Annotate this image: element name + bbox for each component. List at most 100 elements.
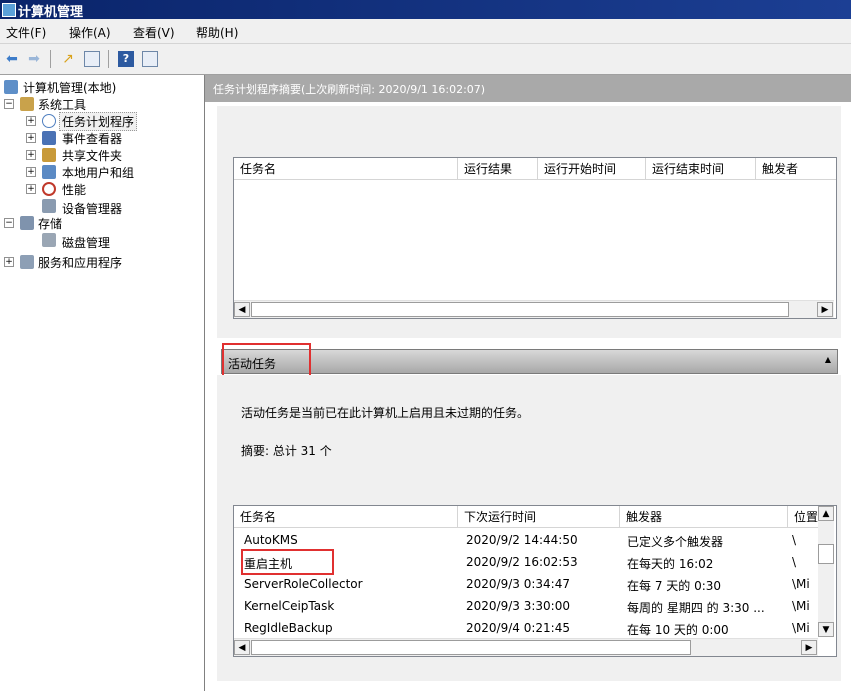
tree-item-label: 性能 [62,183,87,197]
scroll-thumb[interactable] [251,302,789,317]
menu-action[interactable]: 操作(A) [69,24,111,41]
device-manager-icon [42,199,56,213]
cell-next-run: 2020/9/3 3:30:00 [466,599,570,613]
cell-next-run: 2020/9/4 0:21:45 [466,621,570,635]
column-header-trigger[interactable]: 触发器 [620,506,788,528]
tree-item-label: 存储 [38,217,63,231]
cell-location: \Mi [792,599,810,613]
table-row[interactable]: KernelCeipTask 2020/9/3 3:30:00 每周的 星期四 … [234,596,818,618]
scroll-thumb[interactable] [818,544,834,564]
horizontal-scrollbar[interactable]: ◀ ▶ [234,300,834,318]
users-icon [42,165,56,179]
cell-location: \Mi [792,577,810,591]
column-header-triggered-by[interactable]: 触发者 [756,158,836,180]
table-row[interactable]: ServerRoleCollector 2020/9/3 0:34:47 在每 … [234,574,818,596]
event-viewer-icon [42,131,56,145]
up-folder-icon[interactable]: ↗ [60,51,76,67]
tree-item-label: 本地用户和组 [62,166,135,180]
cell-location: \ [792,533,797,547]
scroll-down-icon[interactable]: ▼ [818,622,834,637]
cell-trigger: 已定义多个触发器 [627,535,724,549]
cell-trigger: 在每天的 16:02 [627,557,714,571]
expand-toggle-icon[interactable]: + [26,116,36,126]
expand-toggle-icon[interactable]: + [4,257,14,267]
scroll-right-icon[interactable]: ▶ [817,302,833,317]
active-tasks-description: 活动任务是当前已在此计算机上启用且未过期的任务。 [241,406,530,420]
tree-item-label: 服务和应用程序 [38,256,123,270]
services-icon [20,255,34,269]
cell-next-run: 2020/9/3 0:34:47 [466,577,570,591]
window-title: 计算机管理 [18,5,84,20]
expand-toggle-icon[interactable]: + [26,184,36,194]
menu-file[interactable]: 文件(F) [6,24,46,41]
cell-trigger: 在每 7 天的 0:30 [627,579,722,593]
console-tree-icon[interactable] [142,51,158,67]
scroll-left-icon[interactable]: ◀ [234,302,250,317]
back-arrow-icon[interactable]: ⬅ [4,51,20,67]
expand-toggle-icon[interactable]: + [26,167,36,177]
column-header-run-end[interactable]: 运行结束时间 [646,158,756,180]
summary-header-text: 任务计划程序摘要(上次刷新时间: 2020/9/1 16:02:07) [213,83,486,96]
cell-location: \Mi [792,621,810,635]
scroll-thumb[interactable] [251,640,691,655]
shared-folder-icon [42,148,56,162]
table-row[interactable]: RegIdleBackup 2020/9/4 0:21:45 在每 10 天的 … [234,618,818,640]
performance-icon [42,182,56,196]
highlight-box [241,549,334,575]
vertical-scrollbar[interactable]: ▲ ▼ [818,506,834,637]
tree-item-label: 系统工具 [38,98,87,112]
disk-icon [42,233,56,247]
cell-location: \ [792,555,797,569]
tree-item-label: 磁盘管理 [62,236,111,250]
horizontal-scrollbar[interactable]: ◀ ▶ [234,638,818,656]
tree-item-label: 事件查看器 [62,132,123,146]
cell-trigger: 每周的 星期四 的 3:30 ... [627,601,765,615]
column-header-run-start[interactable]: 运行开始时间 [538,158,646,180]
scroll-left-icon[interactable]: ◀ [234,640,250,655]
column-header-location[interactable]: 位置 [788,506,818,528]
computer-icon [4,80,18,94]
collapse-toggle-icon[interactable]: − [4,218,14,228]
tree-item-label: 任务计划程序 [59,112,138,131]
column-header-run-result[interactable]: 运行结果 [458,158,538,180]
toolbar-separator [108,50,109,68]
active-tasks-summary: 摘要: 总计 31 个 [241,444,332,458]
storage-icon [20,216,34,230]
collapse-caret-icon[interactable]: ▲ [825,355,831,364]
cell-next-run: 2020/9/2 16:02:53 [466,555,578,569]
clock-icon [42,114,56,128]
navigation-tree: 计算机管理(本地) − 系统工具 + 任务计划程序 + 事件查看器 + 共享文件… [0,75,205,691]
expand-toggle-icon[interactable]: + [26,133,36,143]
cell-next-run: 2020/9/2 14:44:50 [466,533,578,547]
forward-arrow-icon[interactable]: ➡ [26,51,42,67]
tree-item-label: 计算机管理(本地) [23,81,117,95]
menu-bar: 文件(F) 操作(A) 查看(V) 帮助(H) [0,19,851,44]
show-hide-tree-icon[interactable] [84,51,100,67]
collapse-toggle-icon[interactable]: − [4,99,14,109]
cell-task-name: KernelCeipTask [244,599,335,613]
toolbar-separator [50,50,51,68]
active-tasks-grid: 任务名 下次运行时间 触发器 位置 AutoKMS 2020/9/2 14:44… [233,505,837,657]
tools-icon [20,97,34,111]
computer-management-icon [2,3,16,17]
tree-item-label: 共享文件夹 [62,149,123,163]
cell-task-name: RegIdleBackup [244,621,333,635]
expand-toggle-icon[interactable]: + [26,150,36,160]
menu-view[interactable]: 查看(V) [133,24,175,41]
task-status-grid: 任务名 运行结果 运行开始时间 运行结束时间 触发者 ◀ ▶ [233,157,837,319]
active-tasks-section-bar[interactable]: 活动任务 ▲ [221,349,838,374]
column-header-task-name[interactable]: 任务名 [234,506,458,528]
column-header-task-name[interactable]: 任务名 [234,158,458,180]
cell-task-name: ServerRoleCollector [244,577,363,591]
scroll-up-icon[interactable]: ▲ [818,506,834,521]
toolbar: ⬅ ➡ ↗ ? [0,44,851,75]
window-title-bar[interactable]: 计算机管理 [0,0,851,20]
menu-help[interactable]: 帮助(H) [196,24,238,41]
help-icon[interactable]: ? [118,51,134,67]
summary-header: 任务计划程序摘要(上次刷新时间: 2020/9/1 16:02:07) [205,75,851,102]
cell-task-name: AutoKMS [244,533,298,547]
column-header-next-run[interactable]: 下次运行时间 [458,506,620,528]
tree-item-label: 设备管理器 [62,202,123,216]
cell-trigger: 在每 10 天的 0:00 [627,623,729,637]
scroll-right-icon[interactable]: ▶ [801,640,817,655]
